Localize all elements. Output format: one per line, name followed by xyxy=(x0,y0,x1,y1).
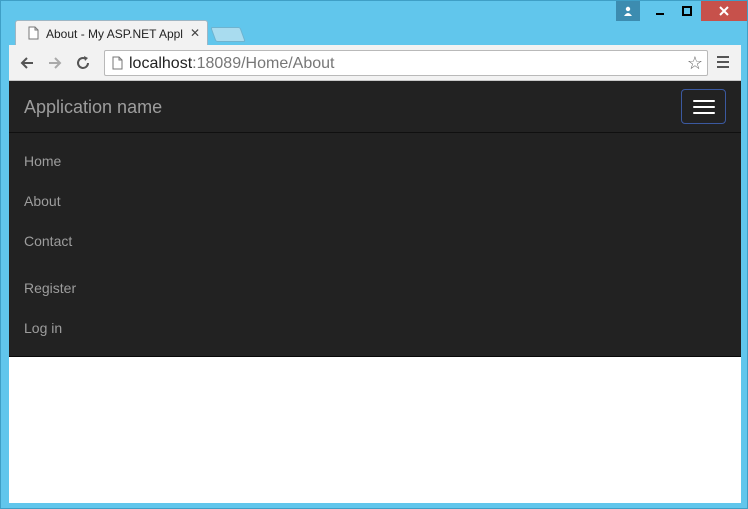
close-window-button[interactable] xyxy=(701,1,747,21)
navbar-toggle-button[interactable] xyxy=(681,89,726,124)
new-tab-button[interactable] xyxy=(210,27,246,42)
minimize-button[interactable] xyxy=(647,1,673,21)
nav-item-home[interactable]: Home xyxy=(24,153,61,169)
minimize-icon xyxy=(656,13,664,15)
navbar-divider xyxy=(9,132,741,133)
hamburger-bar xyxy=(693,112,715,114)
forward-arrow-icon xyxy=(49,57,62,69)
url-text: localhost:18089/Home/About xyxy=(129,55,334,73)
site-navbar: Application name Home About Contact Regi… xyxy=(9,81,741,357)
browser-toolbar: localhost:18089/Home/About ☆ xyxy=(9,45,741,81)
url-host: localhost xyxy=(129,55,193,72)
reload-icon xyxy=(77,56,89,69)
address-bar[interactable]: localhost:18089/Home/About ☆ xyxy=(104,50,708,76)
tab-title: About - My ASP.NET Appl xyxy=(46,27,183,41)
page-viewport: Application name Home About Contact Regi… xyxy=(9,81,741,503)
maximize-icon xyxy=(682,6,692,16)
back-arrow-icon xyxy=(20,57,33,69)
nav-item-about[interactable]: About xyxy=(24,193,61,209)
bookmark-star-icon[interactable]: ☆ xyxy=(687,53,703,74)
user-icon xyxy=(624,6,632,16)
browser-tab[interactable]: About - My ASP.NET Appl ✕ xyxy=(15,20,208,46)
hamburger-bar xyxy=(693,100,715,102)
page-icon xyxy=(28,26,39,40)
nav-item-login[interactable]: Log in xyxy=(24,320,62,336)
forward-button[interactable] xyxy=(45,53,65,73)
url-path: :18089/Home/About xyxy=(192,55,335,72)
browser-window: About - My ASP.NET Appl ✕ localhost:1808… xyxy=(0,0,748,509)
reload-button[interactable] xyxy=(73,53,93,73)
back-button[interactable] xyxy=(17,53,37,73)
user-profile-button[interactable] xyxy=(616,1,640,21)
brand-link[interactable]: Application name xyxy=(24,97,162,118)
hamburger-bar xyxy=(693,106,715,108)
nav-item-contact[interactable]: Contact xyxy=(24,233,72,249)
tab-close-icon[interactable]: ✕ xyxy=(190,26,200,40)
menu-icon[interactable] xyxy=(716,55,730,69)
nav-item-register[interactable]: Register xyxy=(24,280,76,296)
page-info-icon xyxy=(112,56,123,70)
maximize-button[interactable] xyxy=(674,1,700,21)
close-icon xyxy=(719,6,729,16)
